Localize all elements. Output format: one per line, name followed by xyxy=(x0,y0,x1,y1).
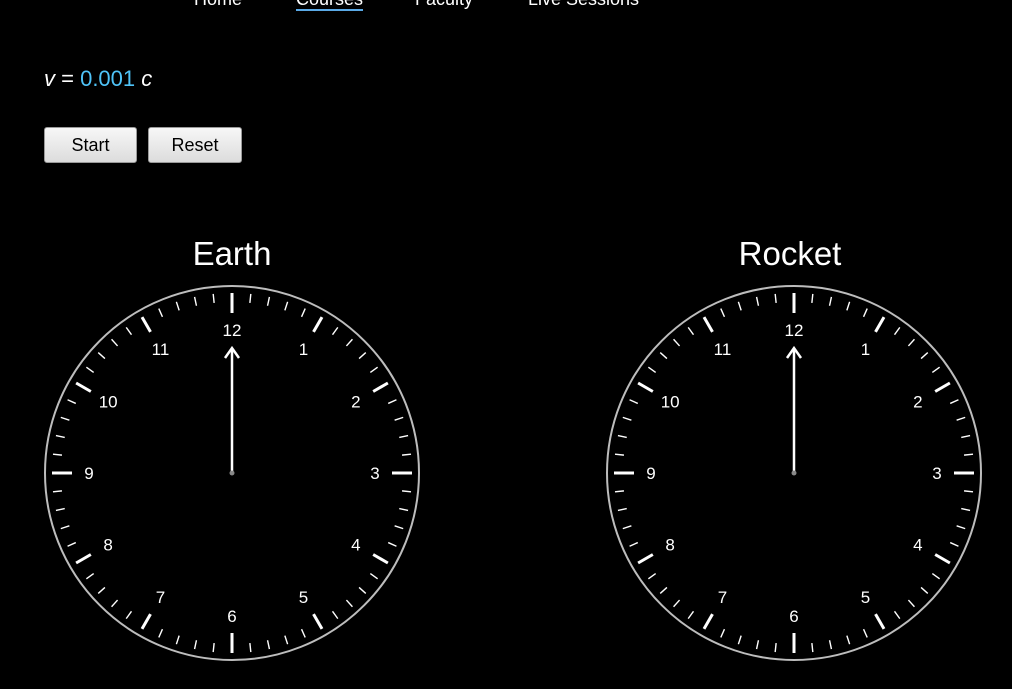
dial-number: 2 xyxy=(351,393,360,412)
dial-number: 3 xyxy=(932,464,941,483)
nav-live-sessions[interactable]: Live Sessions xyxy=(528,0,639,9)
earth-clock-title: Earth xyxy=(192,235,272,272)
dial-number: 7 xyxy=(156,588,165,607)
dial-number: 5 xyxy=(861,588,870,607)
nav-faculty[interactable]: Faculty xyxy=(415,0,473,9)
velocity-readout: v = 0.001 c xyxy=(44,64,152,94)
minute-tick xyxy=(401,490,412,493)
minute-tick xyxy=(963,490,974,493)
velocity-value: 0.001 xyxy=(80,66,136,91)
dial-number: 12 xyxy=(785,321,804,340)
dial-number: 10 xyxy=(661,393,680,412)
minute-tick xyxy=(963,453,974,456)
dial-number: 1 xyxy=(299,340,308,359)
dial-number: 4 xyxy=(351,536,360,555)
velocity-unit: c xyxy=(141,66,153,91)
start-button[interactable]: Start xyxy=(44,127,137,163)
minute-tick xyxy=(614,453,625,456)
dial-number: 8 xyxy=(665,536,674,555)
velocity-symbol: v xyxy=(44,66,55,91)
minute-tick xyxy=(401,453,412,456)
nav-courses[interactable]: Courses xyxy=(296,0,364,11)
minute-tick xyxy=(811,642,814,653)
reset-button[interactable]: Reset xyxy=(148,127,242,163)
minute-tick xyxy=(811,293,814,304)
earth-clock: 121234567891011 xyxy=(44,285,420,661)
nav-home[interactable]: Home xyxy=(194,0,242,9)
dial-number: 6 xyxy=(227,607,236,626)
dial-number: 7 xyxy=(718,588,727,607)
minute-tick xyxy=(614,490,625,493)
dial-number: 1 xyxy=(861,340,870,359)
minute-tick xyxy=(249,642,252,653)
dial-number: 2 xyxy=(913,393,922,412)
rocket-clock-title: Rocket xyxy=(738,235,842,272)
page: Home Courses Faculty Live Sessions v = 0… xyxy=(0,0,1012,689)
dial-number: 4 xyxy=(913,536,922,555)
dial-number: 9 xyxy=(646,464,655,483)
dial-number: 9 xyxy=(84,464,93,483)
dial-number: 11 xyxy=(714,340,732,359)
minute-tick xyxy=(249,293,252,304)
dial-number: 12 xyxy=(223,321,242,340)
dial-number: 10 xyxy=(99,393,118,412)
dial-number: 8 xyxy=(103,536,112,555)
minute-tick xyxy=(774,642,777,653)
dial-number: 11 xyxy=(152,340,170,359)
velocity-equals: = xyxy=(55,66,81,91)
top-nav: Home Courses Faculty Live Sessions xyxy=(0,0,1012,13)
minute-tick xyxy=(212,642,215,653)
rocket-clock: 121234567891011 xyxy=(606,285,982,661)
minute-tick xyxy=(774,293,777,304)
clock-center-dot xyxy=(791,470,797,476)
dial-number: 5 xyxy=(299,588,308,607)
minute-tick xyxy=(212,293,215,304)
minute-tick xyxy=(52,453,63,456)
minute-tick xyxy=(52,490,63,493)
clock-center-dot xyxy=(229,470,235,476)
dial-number: 3 xyxy=(370,464,379,483)
dial-number: 6 xyxy=(789,607,798,626)
